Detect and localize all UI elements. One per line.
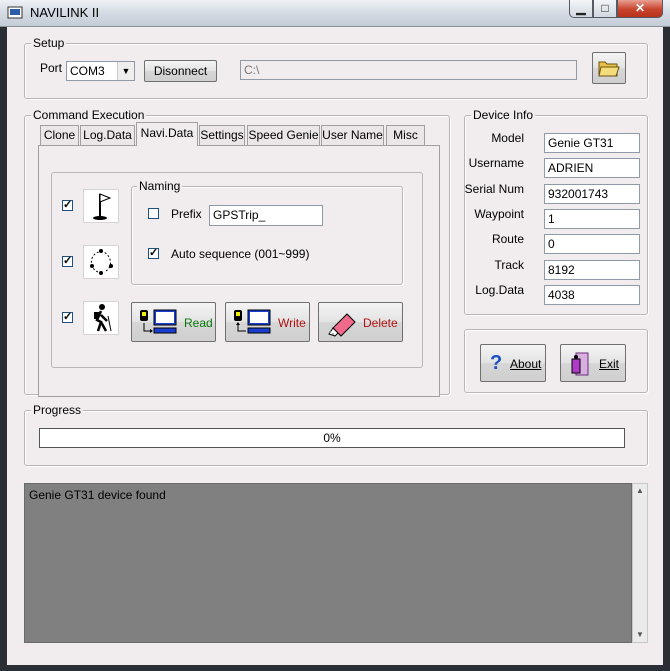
setup-title: Setup [31, 36, 67, 50]
tab-clone[interactable]: Clone [40, 125, 79, 145]
tab-settings[interactable]: Settings [199, 125, 245, 145]
route-icon [83, 245, 119, 279]
tab-speed-genie[interactable]: Speed Genie [247, 125, 320, 145]
read-label: Read [184, 316, 213, 330]
scroll-down-icon[interactable]: ▼ [633, 628, 647, 642]
title-bar[interactable]: NAVILINK II ▁ □ ✕ [0, 0, 670, 27]
waypoint-checkbox[interactable]: ✓ [62, 200, 73, 211]
device-info-label: Track [494, 258, 524, 272]
app-icon [7, 6, 23, 19]
device-info-value: Genie GT31 [544, 133, 640, 153]
naming-title: Naming [137, 179, 183, 193]
port-label: Port [40, 61, 63, 75]
chevron-down-icon[interactable]: ▼ [117, 62, 134, 80]
device-transfer-icon [140, 309, 177, 334]
device-info-label: Model [491, 131, 524, 145]
device-info-label: Waypoint [474, 207, 524, 221]
about-button[interactable]: ? About [480, 344, 546, 382]
eraser-icon [328, 313, 356, 337]
device-info-value: 1 [544, 209, 640, 229]
scroll-up-icon[interactable]: ▲ [633, 484, 647, 498]
tab-user-name[interactable]: User Name [321, 125, 384, 145]
exit-label: Exit [599, 357, 620, 371]
folder-icon [598, 61, 620, 77]
prefix-label: Prefix [171, 207, 202, 221]
close-button[interactable]: ✕ [617, 0, 663, 18]
device-info-value: 0 [544, 234, 640, 254]
tab-misc[interactable]: Misc [386, 125, 425, 145]
log-scrollbar[interactable]: ▲ ▼ [632, 483, 648, 643]
command-execution-title: Command Execution [31, 108, 147, 122]
progress-text: 0% [323, 431, 341, 445]
delete-button[interactable]: Delete [318, 302, 403, 342]
naming-group: Naming [131, 179, 403, 285]
write-label: Write [278, 316, 306, 330]
port-value: COM3 [70, 64, 105, 78]
about-label: About [510, 357, 542, 371]
path-field[interactable]: C:\ [240, 60, 577, 80]
disconnect-button[interactable]: Disonnect [144, 60, 217, 82]
browse-folder-button[interactable] [592, 52, 626, 84]
log-area[interactable]: Genie GT31 device found [24, 483, 632, 643]
route-checkbox[interactable]: ✓ [62, 256, 73, 267]
minimize-button[interactable]: ▁ [569, 0, 593, 18]
maximize-button[interactable]: □ [593, 0, 617, 18]
device-transfer-icon [234, 309, 271, 334]
auto-sequence-label: Auto sequence (001~999) [171, 247, 310, 261]
exit-button[interactable]: Exit [560, 344, 626, 382]
prefix-input[interactable]: GPSTrip_ [209, 205, 323, 226]
device-info-value: ADRIEN [544, 158, 640, 178]
log-line: Genie GT31 device found [29, 488, 166, 502]
log-text: Genie GT31 device found [29, 488, 166, 502]
tab-log-data[interactable]: Log.Data [80, 125, 135, 145]
progress-title: Progress [31, 403, 84, 417]
device-info-value: 4038 [544, 285, 640, 305]
auto-sequence-checkbox[interactable]: ✓ [148, 248, 159, 259]
app-window: NAVILINK II ▁ □ ✕ Setup Port COM3 ▼ Diso… [0, 0, 670, 671]
port-select[interactable]: COM3 ▼ [66, 61, 135, 81]
device-info-label: Serial Num [464, 182, 524, 196]
exit-door-icon [571, 352, 589, 376]
help-icon: ? [490, 352, 503, 374]
client-area: Setup Port COM3 ▼ Disonnect C:\ Command … [7, 27, 663, 665]
progress-bar: 0% [39, 428, 625, 448]
tab-navi-data[interactable]: Navi.Data [136, 122, 198, 146]
device-info-value: 932001743 [544, 184, 640, 204]
prefix-checkbox[interactable] [148, 208, 159, 219]
device-info-value: 8192 [544, 260, 640, 280]
device-info-label: Route [491, 232, 524, 246]
device-info-label: Username [468, 156, 524, 170]
track-checkbox[interactable]: ✓ [62, 312, 73, 323]
track-hiker-icon [83, 301, 119, 335]
waypoint-flag-icon [83, 189, 119, 223]
device-info-title: Device Info [471, 108, 536, 122]
read-button[interactable]: Read [131, 302, 216, 342]
window-title: NAVILINK II [30, 5, 100, 20]
delete-label: Delete [363, 316, 398, 330]
device-info-label: Log.Data [475, 283, 524, 297]
write-button[interactable]: Write [225, 302, 310, 342]
